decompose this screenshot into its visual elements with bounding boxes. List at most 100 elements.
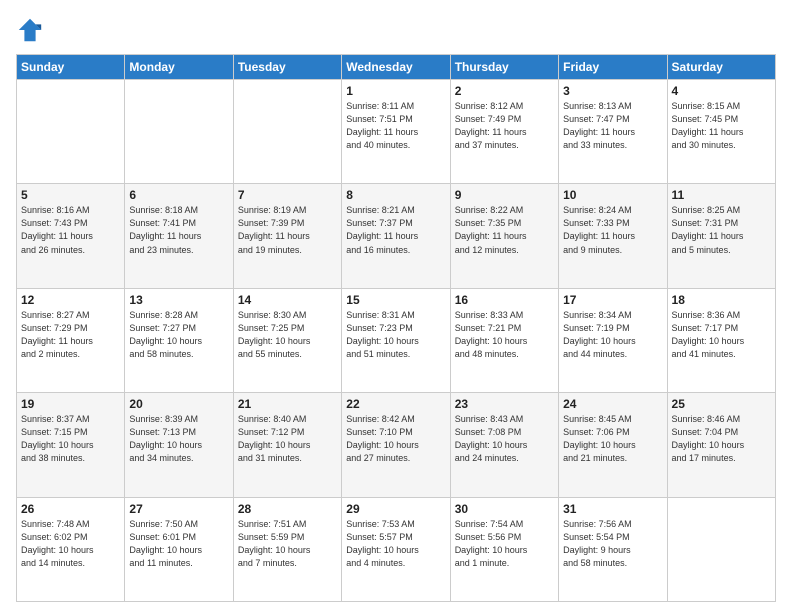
day-number: 7 bbox=[238, 188, 337, 202]
day-number: 6 bbox=[129, 188, 228, 202]
day-info: Sunrise: 8:45 AM Sunset: 7:06 PM Dayligh… bbox=[563, 413, 662, 465]
day-number: 5 bbox=[21, 188, 120, 202]
day-number: 18 bbox=[672, 293, 771, 307]
calendar-cell: 2Sunrise: 8:12 AM Sunset: 7:49 PM Daylig… bbox=[450, 80, 558, 184]
day-info: Sunrise: 8:33 AM Sunset: 7:21 PM Dayligh… bbox=[455, 309, 554, 361]
calendar-cell: 4Sunrise: 8:15 AM Sunset: 7:45 PM Daylig… bbox=[667, 80, 775, 184]
calendar-cell: 6Sunrise: 8:18 AM Sunset: 7:41 PM Daylig… bbox=[125, 184, 233, 288]
calendar-week-row: 12 Sunrise: 8:27 AM Sunset: 7:29 PM Dayli… bbox=[17, 288, 776, 392]
day-number: 24 bbox=[563, 397, 662, 411]
page-header bbox=[16, 16, 776, 44]
calendar-cell bbox=[125, 80, 233, 184]
calendar-day-header: Monday bbox=[125, 55, 233, 80]
day-info: Sunrise: 8:37 AM Sunset: 7:15 PM Dayligh… bbox=[21, 413, 120, 465]
calendar-cell: 31 Sunrise: 7:56 AM Sunset: 5:54 PM Dayli… bbox=[559, 497, 667, 601]
calendar-cell: 24 Sunrise: 8:45 AM Sunset: 7:06 PM Dayli… bbox=[559, 393, 667, 497]
calendar-header-row: SundayMondayTuesdayWednesdayThursdayFrid… bbox=[17, 55, 776, 80]
day-number: 25 bbox=[672, 397, 771, 411]
calendar-cell: 18 Sunrise: 8:36 AM Sunset: 7:17 PM Dayli… bbox=[667, 288, 775, 392]
calendar-cell: 16 Sunrise: 8:33 AM Sunset: 7:21 PM Dayli… bbox=[450, 288, 558, 392]
calendar-cell: 19 Sunrise: 8:37 AM Sunset: 7:15 PM Dayli… bbox=[17, 393, 125, 497]
day-number: 17 bbox=[563, 293, 662, 307]
day-info: Sunrise: 7:51 AM Sunset: 5:59 PM Dayligh… bbox=[238, 518, 337, 570]
calendar-cell: 26 Sunrise: 7:48 AM Sunset: 6:02 PM Dayli… bbox=[17, 497, 125, 601]
day-number: 13 bbox=[129, 293, 228, 307]
day-number: 23 bbox=[455, 397, 554, 411]
calendar-table: SundayMondayTuesdayWednesdayThursdayFrid… bbox=[16, 54, 776, 602]
calendar-cell: 7 Sunrise: 8:19 AM Sunset: 7:39 PM Daylig… bbox=[233, 184, 341, 288]
logo bbox=[16, 16, 48, 44]
calendar-cell: 30 Sunrise: 7:54 AM Sunset: 5:56 PM Dayli… bbox=[450, 497, 558, 601]
day-info: Sunrise: 8:22 AM Sunset: 7:35 PM Dayligh… bbox=[455, 204, 554, 256]
day-info: Sunrise: 7:53 AM Sunset: 5:57 PM Dayligh… bbox=[346, 518, 445, 570]
calendar-day-header: Thursday bbox=[450, 55, 558, 80]
day-info: Sunrise: 7:50 AM Sunset: 6:01 PM Dayligh… bbox=[129, 518, 228, 570]
day-info: Sunrise: 8:21 AM Sunset: 7:37 PM Dayligh… bbox=[346, 204, 445, 256]
day-info: Sunrise: 8:27 AM Sunset: 7:29 PM Dayligh… bbox=[21, 309, 120, 361]
day-number: 26 bbox=[21, 502, 120, 516]
calendar-cell: 23 Sunrise: 8:43 AM Sunset: 7:08 PM Dayli… bbox=[450, 393, 558, 497]
day-info: Sunrise: 8:31 AM Sunset: 7:23 PM Dayligh… bbox=[346, 309, 445, 361]
day-info: Sunrise: 8:34 AM Sunset: 7:19 PM Dayligh… bbox=[563, 309, 662, 361]
calendar-cell: 21Sunrise: 8:40 AM Sunset: 7:12 PM Dayli… bbox=[233, 393, 341, 497]
calendar-cell: 29 Sunrise: 7:53 AM Sunset: 5:57 PM Dayli… bbox=[342, 497, 450, 601]
day-number: 30 bbox=[455, 502, 554, 516]
day-number: 3 bbox=[563, 84, 662, 98]
day-number: 10 bbox=[563, 188, 662, 202]
day-number: 12 bbox=[21, 293, 120, 307]
day-number: 11 bbox=[672, 188, 771, 202]
day-info: Sunrise: 8:12 AM Sunset: 7:49 PM Dayligh… bbox=[455, 100, 554, 152]
logo-icon bbox=[16, 16, 44, 44]
day-number: 31 bbox=[563, 502, 662, 516]
calendar-cell: 17 Sunrise: 8:34 AM Sunset: 7:19 PM Dayli… bbox=[559, 288, 667, 392]
day-info: Sunrise: 8:30 AM Sunset: 7:25 PM Dayligh… bbox=[238, 309, 337, 361]
calendar-cell: 25Sunrise: 8:46 AM Sunset: 7:04 PM Dayli… bbox=[667, 393, 775, 497]
calendar-cell: 28 Sunrise: 7:51 AM Sunset: 5:59 PM Dayli… bbox=[233, 497, 341, 601]
day-info: Sunrise: 7:56 AM Sunset: 5:54 PM Dayligh… bbox=[563, 518, 662, 570]
day-info: Sunrise: 8:43 AM Sunset: 7:08 PM Dayligh… bbox=[455, 413, 554, 465]
day-number: 20 bbox=[129, 397, 228, 411]
day-info: Sunrise: 8:39 AM Sunset: 7:13 PM Dayligh… bbox=[129, 413, 228, 465]
day-number: 21 bbox=[238, 397, 337, 411]
day-number: 16 bbox=[455, 293, 554, 307]
day-info: Sunrise: 8:24 AM Sunset: 7:33 PM Dayligh… bbox=[563, 204, 662, 256]
calendar-cell: 12 Sunrise: 8:27 AM Sunset: 7:29 PM Dayli… bbox=[17, 288, 125, 392]
day-number: 27 bbox=[129, 502, 228, 516]
calendar-cell: 1Sunrise: 8:11 AM Sunset: 7:51 PM Daylig… bbox=[342, 80, 450, 184]
calendar-cell bbox=[667, 497, 775, 601]
calendar-cell: 20 Sunrise: 8:39 AM Sunset: 7:13 PM Dayli… bbox=[125, 393, 233, 497]
day-number: 9 bbox=[455, 188, 554, 202]
calendar-week-row: 5 Sunrise: 8:16 AM Sunset: 7:43 PM Daylig… bbox=[17, 184, 776, 288]
day-info: Sunrise: 8:42 AM Sunset: 7:10 PM Dayligh… bbox=[346, 413, 445, 465]
calendar-cell: 9 Sunrise: 8:22 AM Sunset: 7:35 PM Daylig… bbox=[450, 184, 558, 288]
calendar-week-row: 1Sunrise: 8:11 AM Sunset: 7:51 PM Daylig… bbox=[17, 80, 776, 184]
day-info: Sunrise: 7:54 AM Sunset: 5:56 PM Dayligh… bbox=[455, 518, 554, 570]
day-info: Sunrise: 8:28 AM Sunset: 7:27 PM Dayligh… bbox=[129, 309, 228, 361]
calendar-cell bbox=[233, 80, 341, 184]
day-number: 29 bbox=[346, 502, 445, 516]
calendar-cell: 14 Sunrise: 8:30 AM Sunset: 7:25 PM Dayli… bbox=[233, 288, 341, 392]
calendar-cell: 8Sunrise: 8:21 AM Sunset: 7:37 PM Daylig… bbox=[342, 184, 450, 288]
day-info: Sunrise: 8:11 AM Sunset: 7:51 PM Dayligh… bbox=[346, 100, 445, 152]
calendar-day-header: Wednesday bbox=[342, 55, 450, 80]
calendar-week-row: 26 Sunrise: 7:48 AM Sunset: 6:02 PM Dayli… bbox=[17, 497, 776, 601]
day-info: Sunrise: 8:19 AM Sunset: 7:39 PM Dayligh… bbox=[238, 204, 337, 256]
calendar-day-header: Saturday bbox=[667, 55, 775, 80]
day-info: Sunrise: 7:48 AM Sunset: 6:02 PM Dayligh… bbox=[21, 518, 120, 570]
calendar-day-header: Tuesday bbox=[233, 55, 341, 80]
calendar-cell: 13 Sunrise: 8:28 AM Sunset: 7:27 PM Dayli… bbox=[125, 288, 233, 392]
day-info: Sunrise: 8:16 AM Sunset: 7:43 PM Dayligh… bbox=[21, 204, 120, 256]
calendar-cell: 22Sunrise: 8:42 AM Sunset: 7:10 PM Dayli… bbox=[342, 393, 450, 497]
day-number: 14 bbox=[238, 293, 337, 307]
day-info: Sunrise: 8:13 AM Sunset: 7:47 PM Dayligh… bbox=[563, 100, 662, 152]
calendar-cell: 10 Sunrise: 8:24 AM Sunset: 7:33 PM Dayli… bbox=[559, 184, 667, 288]
calendar-day-header: Friday bbox=[559, 55, 667, 80]
calendar-day-header: Sunday bbox=[17, 55, 125, 80]
day-number: 28 bbox=[238, 502, 337, 516]
day-number: 4 bbox=[672, 84, 771, 98]
day-number: 19 bbox=[21, 397, 120, 411]
calendar-cell: 3 Sunrise: 8:13 AM Sunset: 7:47 PM Daylig… bbox=[559, 80, 667, 184]
calendar-week-row: 19 Sunrise: 8:37 AM Sunset: 7:15 PM Dayli… bbox=[17, 393, 776, 497]
day-info: Sunrise: 8:36 AM Sunset: 7:17 PM Dayligh… bbox=[672, 309, 771, 361]
page-container: SundayMondayTuesdayWednesdayThursdayFrid… bbox=[0, 0, 792, 612]
